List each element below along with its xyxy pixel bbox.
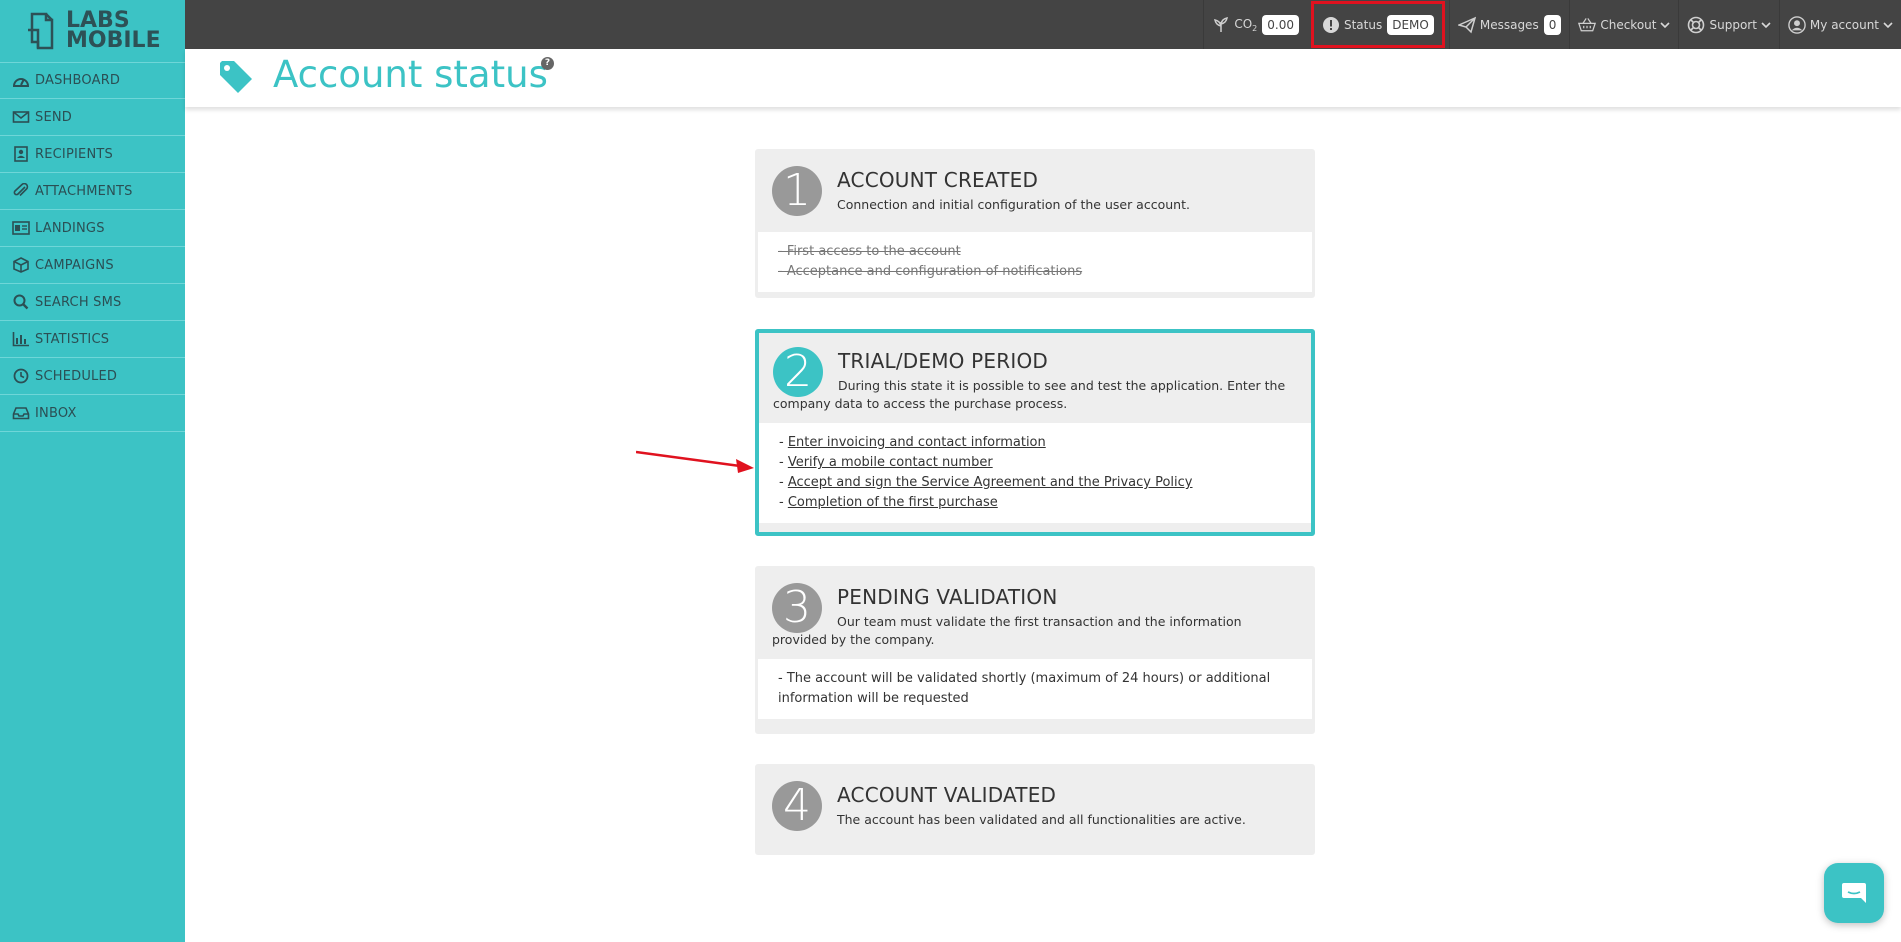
step-items: - The account will be validated shortly … bbox=[758, 659, 1312, 719]
status-label: Status bbox=[1343, 17, 1383, 32]
messages-label: Messages bbox=[1479, 17, 1539, 32]
step-card-2: 2 TRIAL/DEMO PERIOD During this state it… bbox=[755, 329, 1315, 536]
step-description: Connection and initial configuration of … bbox=[837, 197, 1190, 212]
sidebar-item-landings[interactable]: LANDINGS bbox=[0, 210, 185, 247]
help-icon[interactable]: ? bbox=[541, 57, 554, 70]
step-title: ACCOUNT VALIDATED bbox=[837, 783, 1057, 807]
chevron-down-icon bbox=[1660, 21, 1671, 28]
contacts-icon bbox=[14, 146, 28, 162]
sidebar: LABS MOBILE DASHBOARD SEND RECIPIENTS AT… bbox=[0, 0, 185, 942]
exclamation-circle-icon bbox=[1322, 16, 1339, 33]
step-card-1: 1 ACCOUNT CREATED Connection and initial… bbox=[755, 149, 1315, 298]
messages-menu[interactable]: Messages 0 bbox=[1448, 0, 1570, 49]
co2-label: CO2 bbox=[1234, 16, 1258, 33]
search-icon bbox=[13, 294, 29, 310]
step-title: TRIAL/DEMO PERIOD bbox=[838, 349, 1049, 373]
tag-icon bbox=[220, 61, 252, 93]
account-label: My account bbox=[1809, 17, 1879, 32]
inbox-icon bbox=[12, 407, 30, 420]
sidebar-item-label: DASHBOARD bbox=[35, 73, 121, 88]
logo-mark-icon bbox=[28, 12, 54, 50]
logo[interactable]: LABS MOBILE bbox=[0, 0, 185, 62]
step-items: - First access to the account - Acceptan… bbox=[758, 232, 1312, 292]
dashboard-icon bbox=[12, 77, 30, 87]
co2-value-badge: 0.00 bbox=[1262, 14, 1299, 35]
checkout-label: Checkout bbox=[1600, 17, 1657, 32]
step-item: - First access to the account bbox=[778, 244, 961, 259]
step-description: The account has been validated and all f… bbox=[837, 812, 1246, 827]
sidebar-item-attachments[interactable]: ATTACHMENTS bbox=[0, 173, 185, 210]
sidebar-item-search-sms[interactable]: SEARCH SMS bbox=[0, 284, 185, 321]
leaf-icon bbox=[1214, 16, 1229, 32]
step-title: ACCOUNT CREATED bbox=[837, 168, 1039, 192]
basket-icon bbox=[1578, 17, 1597, 31]
sidebar-item-label: RECIPIENTS bbox=[35, 146, 113, 162]
step-item: - Acceptance and configuration of notifi… bbox=[778, 264, 1083, 279]
first-purchase-link[interactable]: Completion of the first purchase bbox=[788, 495, 998, 510]
page-header: Account status ? bbox=[185, 49, 1901, 107]
sidebar-item-label: CAMPAIGNS bbox=[35, 257, 114, 273]
user-circle-icon bbox=[1788, 15, 1806, 34]
box-icon bbox=[13, 257, 29, 273]
sidebar-item-label: SCHEDULED bbox=[35, 368, 118, 384]
checkout-menu[interactable]: Checkout bbox=[1569, 0, 1678, 49]
co2-indicator[interactable]: CO2 0.00 bbox=[1203, 0, 1307, 49]
topbar: CO2 0.00 Status DEMO Messages 0 Checkout… bbox=[185, 0, 1901, 49]
sidebar-item-label: SEARCH SMS bbox=[35, 294, 122, 310]
sidebar-item-label: LANDINGS bbox=[35, 220, 105, 236]
step-number: 1 bbox=[772, 166, 822, 216]
lifebuoy-icon bbox=[1688, 16, 1705, 33]
chat-icon bbox=[1842, 883, 1866, 903]
account-menu[interactable]: My account bbox=[1778, 0, 1901, 49]
item-prefix: - bbox=[779, 435, 788, 450]
step-number: 2 bbox=[773, 347, 823, 397]
sidebar-item-inbox[interactable]: INBOX bbox=[0, 395, 185, 432]
verify-mobile-link[interactable]: Verify a mobile contact number bbox=[788, 455, 993, 470]
item-prefix: - bbox=[779, 455, 788, 470]
step-number: 4 bbox=[772, 781, 822, 831]
step-card-4: 4 ACCOUNT VALIDATED The account has been… bbox=[755, 764, 1315, 855]
paper-plane-icon bbox=[1457, 16, 1476, 33]
sidebar-item-label: ATTACHMENTS bbox=[35, 183, 133, 199]
page-title: Account status bbox=[273, 53, 548, 96]
step-items: - Enter invoicing and contact informatio… bbox=[759, 423, 1311, 523]
step-card-3: 3 PENDING VALIDATION Our team must valid… bbox=[755, 566, 1315, 734]
sidebar-item-recipients[interactable]: RECIPIENTS bbox=[0, 136, 185, 173]
sidebar-item-label: SEND bbox=[35, 109, 73, 125]
chart-icon bbox=[12, 332, 29, 347]
sidebar-item-statistics[interactable]: STATISTICS bbox=[0, 321, 185, 358]
status-badge: DEMO bbox=[1387, 14, 1434, 35]
sidebar-item-label: INBOX bbox=[35, 405, 77, 421]
clock-icon bbox=[13, 368, 29, 384]
sidebar-nav: DASHBOARD SEND RECIPIENTS ATTACHMENTS LA… bbox=[0, 62, 185, 432]
sidebar-item-label: STATISTICS bbox=[35, 331, 110, 347]
envelope-icon bbox=[12, 111, 30, 123]
chevron-down-icon bbox=[1883, 21, 1893, 28]
messages-count-badge: 0 bbox=[1543, 14, 1562, 35]
sidebar-item-campaigns[interactable]: CAMPAIGNS bbox=[0, 247, 185, 284]
landing-icon bbox=[12, 221, 30, 235]
step-number: 3 bbox=[772, 583, 822, 633]
invoicing-info-link[interactable]: Enter invoicing and contact information bbox=[788, 435, 1046, 450]
step-description: During this state it is possible to see … bbox=[773, 378, 1286, 411]
chat-button[interactable] bbox=[1824, 863, 1884, 923]
sidebar-item-dashboard[interactable]: DASHBOARD bbox=[0, 62, 185, 99]
sidebar-item-scheduled[interactable]: SCHEDULED bbox=[0, 358, 185, 395]
status-indicator[interactable]: Status DEMO bbox=[1310, 1, 1445, 48]
chevron-down-icon bbox=[1761, 21, 1771, 28]
step-title: PENDING VALIDATION bbox=[837, 585, 1058, 609]
item-prefix: - bbox=[779, 475, 788, 490]
sidebar-item-send[interactable]: SEND bbox=[0, 99, 185, 136]
support-label: Support bbox=[1709, 17, 1757, 32]
step-item: - The account will be validated shortly … bbox=[778, 671, 1271, 706]
step-description: Our team must validate the first transac… bbox=[772, 614, 1242, 647]
logo-line2: MOBILE bbox=[66, 28, 161, 53]
support-menu[interactable]: Support bbox=[1678, 0, 1778, 49]
service-agreement-link[interactable]: Accept and sign the Service Agreement an… bbox=[788, 475, 1193, 490]
annotation-arrow bbox=[636, 450, 754, 473]
paperclip-icon bbox=[13, 183, 29, 197]
item-prefix: - bbox=[779, 495, 788, 510]
